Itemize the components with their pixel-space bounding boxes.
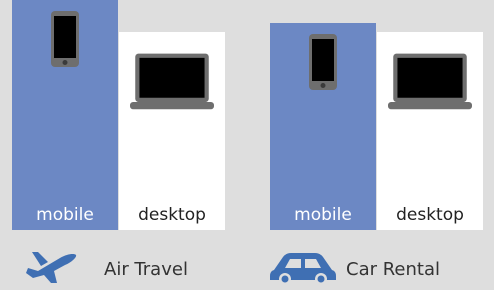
series-label-desktop: desktop [396, 204, 464, 225]
mobile-phone-icon [50, 10, 80, 72]
chart: mobile desktop Air Travel mobile desktop Car … [0, 0, 494, 288]
category-label-1: Car Rental [346, 259, 440, 280]
car-icon [270, 252, 336, 290]
series-label-desktop: desktop [138, 204, 206, 225]
airplane-icon [24, 252, 78, 288]
laptop-icon [388, 52, 472, 116]
series-label-mobile: mobile [36, 205, 94, 225]
category-label-0: Air Travel [104, 259, 188, 280]
laptop-icon [130, 52, 214, 116]
series-label-mobile: mobile [294, 205, 352, 225]
mobile-phone-icon [308, 33, 338, 95]
